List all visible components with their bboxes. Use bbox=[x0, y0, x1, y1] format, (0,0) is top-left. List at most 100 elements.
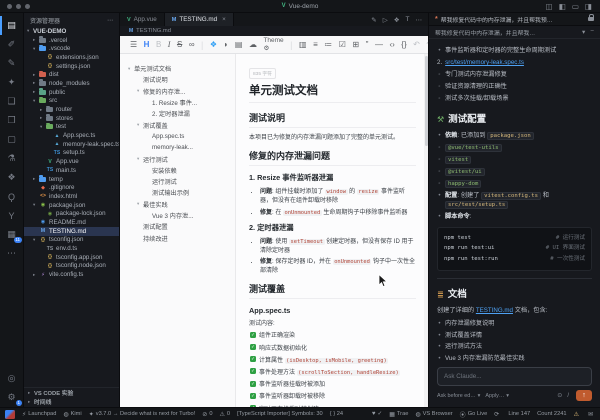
tree-item[interactable]: ▾ {} tsconfig.json bbox=[24, 236, 119, 245]
remote-indicator[interactable] bbox=[5, 409, 15, 419]
notebook-icon[interactable]: ▢ bbox=[0, 130, 24, 149]
bullet-list-icon[interactable]: ≡ bbox=[313, 40, 318, 49]
outline-item[interactable]: 1. Resize 事件... bbox=[120, 97, 235, 108]
tree-item[interactable]: V App.vue bbox=[24, 157, 119, 166]
italic-icon[interactable]: I bbox=[168, 40, 171, 49]
edit-action-icon[interactable]: ✎ bbox=[371, 16, 376, 24]
status-alert[interactable]: ⚠ bbox=[574, 411, 581, 418]
tree-item[interactable]: {} extensions.json bbox=[24, 53, 119, 62]
tree-item[interactable]: ▸ temp bbox=[24, 175, 119, 184]
tree-item[interactable]: <> index.html bbox=[24, 192, 119, 201]
tree-item[interactable]: ▸ router bbox=[24, 105, 119, 114]
toggle-primary-sidebar-icon[interactable]: ◧ bbox=[559, 2, 566, 11]
chat-icon[interactable]: ❑ bbox=[0, 92, 24, 111]
toolbar-separator[interactable]: | bbox=[290, 40, 292, 50]
preview-action-icon[interactable]: ❖ bbox=[394, 16, 400, 24]
outline-item[interactable]: Vue 3 内存泄... bbox=[120, 210, 235, 221]
link-icon[interactable]: ∞ bbox=[189, 40, 195, 49]
tree-item[interactable]: ▸ dist bbox=[24, 70, 119, 79]
run-action-icon[interactable]: ▷ bbox=[383, 16, 388, 24]
status-feedback[interactable]: ✉ bbox=[588, 411, 595, 418]
status-line[interactable]: Line 147 bbox=[508, 411, 530, 417]
quote-icon[interactable]: " bbox=[366, 40, 369, 49]
tree-item[interactable]: ▲ App.spec.ts bbox=[24, 131, 119, 140]
more-icon[interactable]: ⋯ bbox=[0, 244, 24, 263]
status-count[interactable]: Count 2241 bbox=[537, 411, 566, 417]
preview-icon[interactable]: ◗ bbox=[224, 40, 229, 49]
chat-messages[interactable]: • 事件监听器和定时器的完整生命周期测试 2. src/test/memory-l… bbox=[429, 39, 600, 364]
status-trae[interactable]: ▦ Trae bbox=[389, 411, 408, 418]
status-refresh[interactable]: ⟳ bbox=[494, 411, 501, 418]
close-tab-icon[interactable]: × bbox=[222, 16, 226, 23]
status-brackets[interactable]: { } 24 bbox=[330, 411, 343, 417]
outline-item[interactable]: ▾ 修复的内存泄... bbox=[120, 86, 235, 97]
export-icon[interactable]: ▥ bbox=[299, 40, 307, 49]
apply-mode-dropdown[interactable]: Apply… ▾ bbox=[485, 393, 509, 399]
outline-item[interactable]: 测试说明 bbox=[120, 74, 235, 85]
tree-item[interactable]: ▸ ⚡ vite.config.ts bbox=[24, 270, 119, 279]
outline-item[interactable]: 测试输出示例 bbox=[120, 187, 235, 198]
inline-code-icon[interactable]: ‹› bbox=[389, 40, 394, 49]
status-ts-importer[interactable]: [TypeScript Importer] Symbols: 30 bbox=[237, 411, 323, 417]
status-errors[interactable]: ⊘ 0 bbox=[202, 411, 212, 418]
status-heart[interactable]: ♥ ✓ bbox=[372, 411, 382, 417]
tab-app-vue[interactable]: V App.vue bbox=[120, 13, 165, 26]
explorer-more-icon[interactable]: ⋯ bbox=[107, 17, 113, 24]
status-launchpad[interactable]: ⚡ Launchpad bbox=[22, 411, 56, 418]
heading-icon[interactable]: H bbox=[144, 40, 150, 49]
status-version-message[interactable]: ✦ v3.7.0 → Decide what is next for Turbo! bbox=[89, 411, 196, 418]
toggle-bottom-panel-icon[interactable]: ▭ bbox=[572, 2, 579, 11]
strikethrough-icon[interactable]: S bbox=[177, 40, 182, 49]
tree-item[interactable]: ▸ node_modules bbox=[24, 79, 119, 88]
tree-item[interactable]: ▾ .vscode bbox=[24, 44, 119, 53]
outline-item[interactable]: 安装依赖 bbox=[120, 165, 235, 176]
tree-item[interactable]: ▸ stores bbox=[24, 114, 119, 123]
outline-item[interactable]: 测试配置 bbox=[120, 221, 235, 232]
markdown-content[interactable]: 835 字符 单元测试文档 测试说明 本项目已为修复的内存泄漏问题添加了完整的单… bbox=[236, 54, 428, 407]
chevron-down-icon[interactable]: ▾ bbox=[582, 28, 585, 36]
code-block-icon[interactable]: {} bbox=[401, 40, 406, 49]
tree-item[interactable]: ▲ memory-leak.spec.ts bbox=[24, 140, 119, 149]
minimize-button[interactable] bbox=[16, 3, 21, 9]
bookmark-icon[interactable]: ❒ bbox=[0, 111, 24, 130]
sidebar-section-header[interactable]: ▸ VS CODE 实验 bbox=[24, 388, 119, 398]
flask-icon[interactable]: ⚗ bbox=[0, 149, 24, 168]
mention-icon[interactable]: ⊙ bbox=[557, 392, 562, 399]
slash-command-icon[interactable]: / bbox=[567, 393, 569, 399]
send-button[interactable]: ↑ bbox=[576, 390, 592, 401]
more-actions-icon[interactable]: ⋯ bbox=[416, 16, 423, 24]
tree-item[interactable]: ▾ test bbox=[24, 122, 119, 132]
tree-item[interactable]: ◉ README.md bbox=[24, 218, 119, 227]
ai-sparkle-icon[interactable]: ✦ bbox=[0, 73, 24, 92]
minimize-section-icon[interactable]: − bbox=[590, 28, 594, 36]
explorer-icon[interactable]: ▤ bbox=[0, 16, 24, 35]
tab-testing-md[interactable]: M TESTING.md × bbox=[164, 13, 234, 26]
tree-item[interactable]: {} tsconfig.node.json bbox=[24, 262, 119, 271]
settings-gear-icon[interactable]: ⚙ 1 bbox=[0, 388, 24, 407]
tree-item[interactable]: ▾ ◉ package.json bbox=[24, 201, 119, 210]
tree-item[interactable]: ▸ .vercel bbox=[24, 36, 119, 45]
status-kimi[interactable]: ◍ Kimi bbox=[63, 411, 81, 418]
task-list-icon[interactable]: ☑ bbox=[339, 40, 346, 49]
ask-claude-input[interactable]: Ask Claude... bbox=[437, 367, 592, 386]
tree-item[interactable]: ◆ .gitignore bbox=[24, 183, 119, 192]
search-icon[interactable]: Ϙ bbox=[0, 187, 24, 206]
pen-icon[interactable]: ✐ bbox=[0, 35, 24, 54]
tree-item[interactable]: ◉ package-lock.json bbox=[24, 209, 119, 218]
ordered-list-icon[interactable]: ≔ bbox=[324, 40, 332, 49]
file-link[interactable]: TESTING.md bbox=[476, 307, 513, 314]
image-icon[interactable]: ▤ bbox=[235, 40, 243, 49]
toggle-panel-icon[interactable]: ◫ bbox=[546, 2, 553, 11]
tree-item[interactable]: ▾ src bbox=[24, 96, 119, 106]
vscode-icon[interactable]: ❖ bbox=[210, 40, 217, 49]
table-icon[interactable]: ⊞ bbox=[352, 40, 359, 49]
bold-icon[interactable]: B bbox=[156, 40, 161, 49]
undo-icon[interactable]: ↶ bbox=[413, 40, 420, 49]
outline-item[interactable]: App.spec.ts bbox=[120, 131, 235, 142]
file-link[interactable]: src/test/memory-leak.spec.ts bbox=[445, 58, 524, 68]
sidebar-section-header[interactable]: ▸ 时间线 bbox=[24, 397, 119, 407]
status-vs-browser[interactable]: ◍ VS Browser bbox=[415, 411, 452, 418]
status-warnings[interactable]: ⚠ 0 bbox=[220, 411, 231, 418]
outline-item[interactable]: 运行测试 bbox=[120, 176, 235, 187]
cloud-sync-icon[interactable]: ☁ bbox=[249, 40, 257, 49]
